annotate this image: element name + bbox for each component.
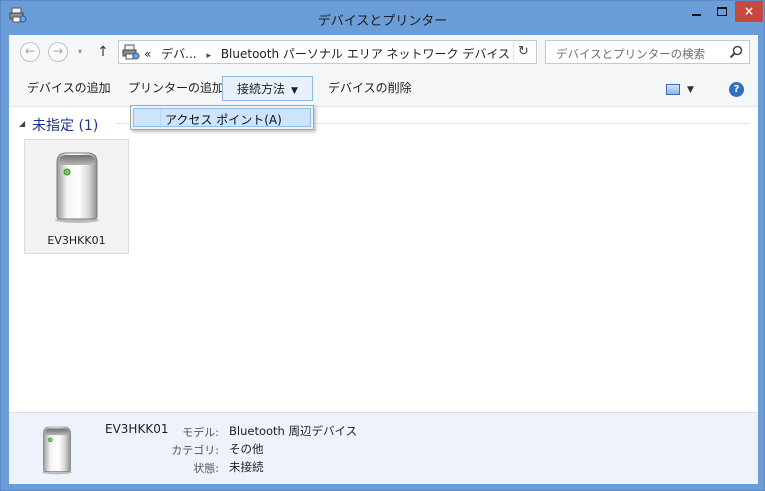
view-icon <box>666 84 680 95</box>
details-pane: EV3HKK01 モデル: Bluetooth 周辺デバイス カテゴリ: その他… <box>9 412 758 484</box>
address-dropdown-button[interactable]: ⌄ <box>487 45 501 61</box>
bluetooth-device-icon <box>42 426 72 475</box>
details-category-value: その他 <box>229 442 264 456</box>
details-status-label: 状態: <box>193 462 219 475</box>
group-title: 未指定 (1) <box>32 118 99 134</box>
change-view-button[interactable]: ▼ <box>660 82 700 98</box>
navigation-bar: ← → ▾ ↑ « デバ... ▸ Bluetooth パーソナル エリア ネッ… <box>9 35 758 71</box>
add-device-button[interactable]: デバイスの追加 <box>21 76 117 101</box>
back-button[interactable]: ← <box>20 42 40 62</box>
maximize-button[interactable] <box>709 1 735 22</box>
forward-button[interactable]: → <box>48 42 68 62</box>
recent-locations-dropdown[interactable]: ▾ <box>74 44 86 60</box>
address-bar[interactable]: « デバ... ▸ Bluetooth パーソナル エリア ネットワーク デバイ… <box>118 40 537 64</box>
close-button[interactable]: × <box>735 1 763 22</box>
minimize-icon <box>691 13 701 16</box>
search-input[interactable]: デバイスとプリンターの検索 <box>545 40 750 64</box>
add-printer-button[interactable]: プリンターの追加 <box>122 76 230 101</box>
client-area: ← → ▾ ↑ « デバ... ▸ Bluetooth パーソナル エリア ネッ… <box>9 35 758 484</box>
collapse-triangle-icon[interactable]: ◢ <box>19 119 25 128</box>
view-options-chevron-icon[interactable]: ▼ <box>687 82 694 98</box>
breadcrumb-overflow[interactable]: « <box>144 47 151 61</box>
device-name: EV3HKK01 <box>47 234 106 247</box>
details-model-label: モデル: <box>182 426 219 439</box>
details-model-value: Bluetooth 周辺デバイス <box>229 424 358 438</box>
search-placeholder: デバイスとプリンターの検索 <box>556 47 706 61</box>
menu-item-label: アクセス ポイント(A) <box>165 113 282 127</box>
menu-gutter <box>160 109 161 128</box>
device-item[interactable]: EV3HKK01 <box>24 139 129 254</box>
devices-and-printers-window: デバイスとプリンター × ← → ▾ ↑ « デバ... ▸ Bluetooth… <box>0 0 765 491</box>
breadcrumb-item-devices[interactable]: デバ... <box>161 47 196 61</box>
title-bar[interactable]: デバイスとプリンター × <box>1 1 764 35</box>
menu-item-access-point[interactable]: アクセス ポイント(A) <box>133 108 311 128</box>
chevron-down-icon: ▼ <box>291 86 298 96</box>
breadcrumb-item-bluetooth-pan[interactable]: Bluetooth パーソナル エリア ネットワーク デバイス <box>221 47 510 61</box>
breadcrumb: « デバ... ▸ Bluetooth パーソナル エリア ネットワーク デバイ… <box>144 45 516 62</box>
bluetooth-device-icon <box>55 152 99 223</box>
connect-using-menu: アクセス ポイント(A) <box>130 105 314 130</box>
breadcrumb-chevron-icon[interactable]: ▸ <box>206 51 211 61</box>
command-bar: デバイスの追加 プリンターの追加 接続方法 ▼ デバイスの削除 ▼ ? <box>9 71 758 107</box>
devices-printers-location-icon <box>122 44 140 60</box>
connect-using-button[interactable]: 接続方法 ▼ <box>222 76 313 101</box>
up-button[interactable]: ↑ <box>95 43 111 61</box>
help-icon[interactable]: ? <box>729 82 744 97</box>
details-category-label: カテゴリ: <box>171 444 219 457</box>
maximize-icon <box>717 7 727 16</box>
remove-device-button[interactable]: デバイスの削除 <box>322 76 418 101</box>
search-icon[interactable] <box>729 45 743 59</box>
window-title: デバイスとプリンター <box>317 14 448 29</box>
refresh-button[interactable]: ↻ <box>513 43 533 61</box>
connect-using-label: 接続方法 <box>237 82 286 96</box>
details-status-value: 未接続 <box>229 460 264 474</box>
minimize-button[interactable] <box>683 1 709 22</box>
